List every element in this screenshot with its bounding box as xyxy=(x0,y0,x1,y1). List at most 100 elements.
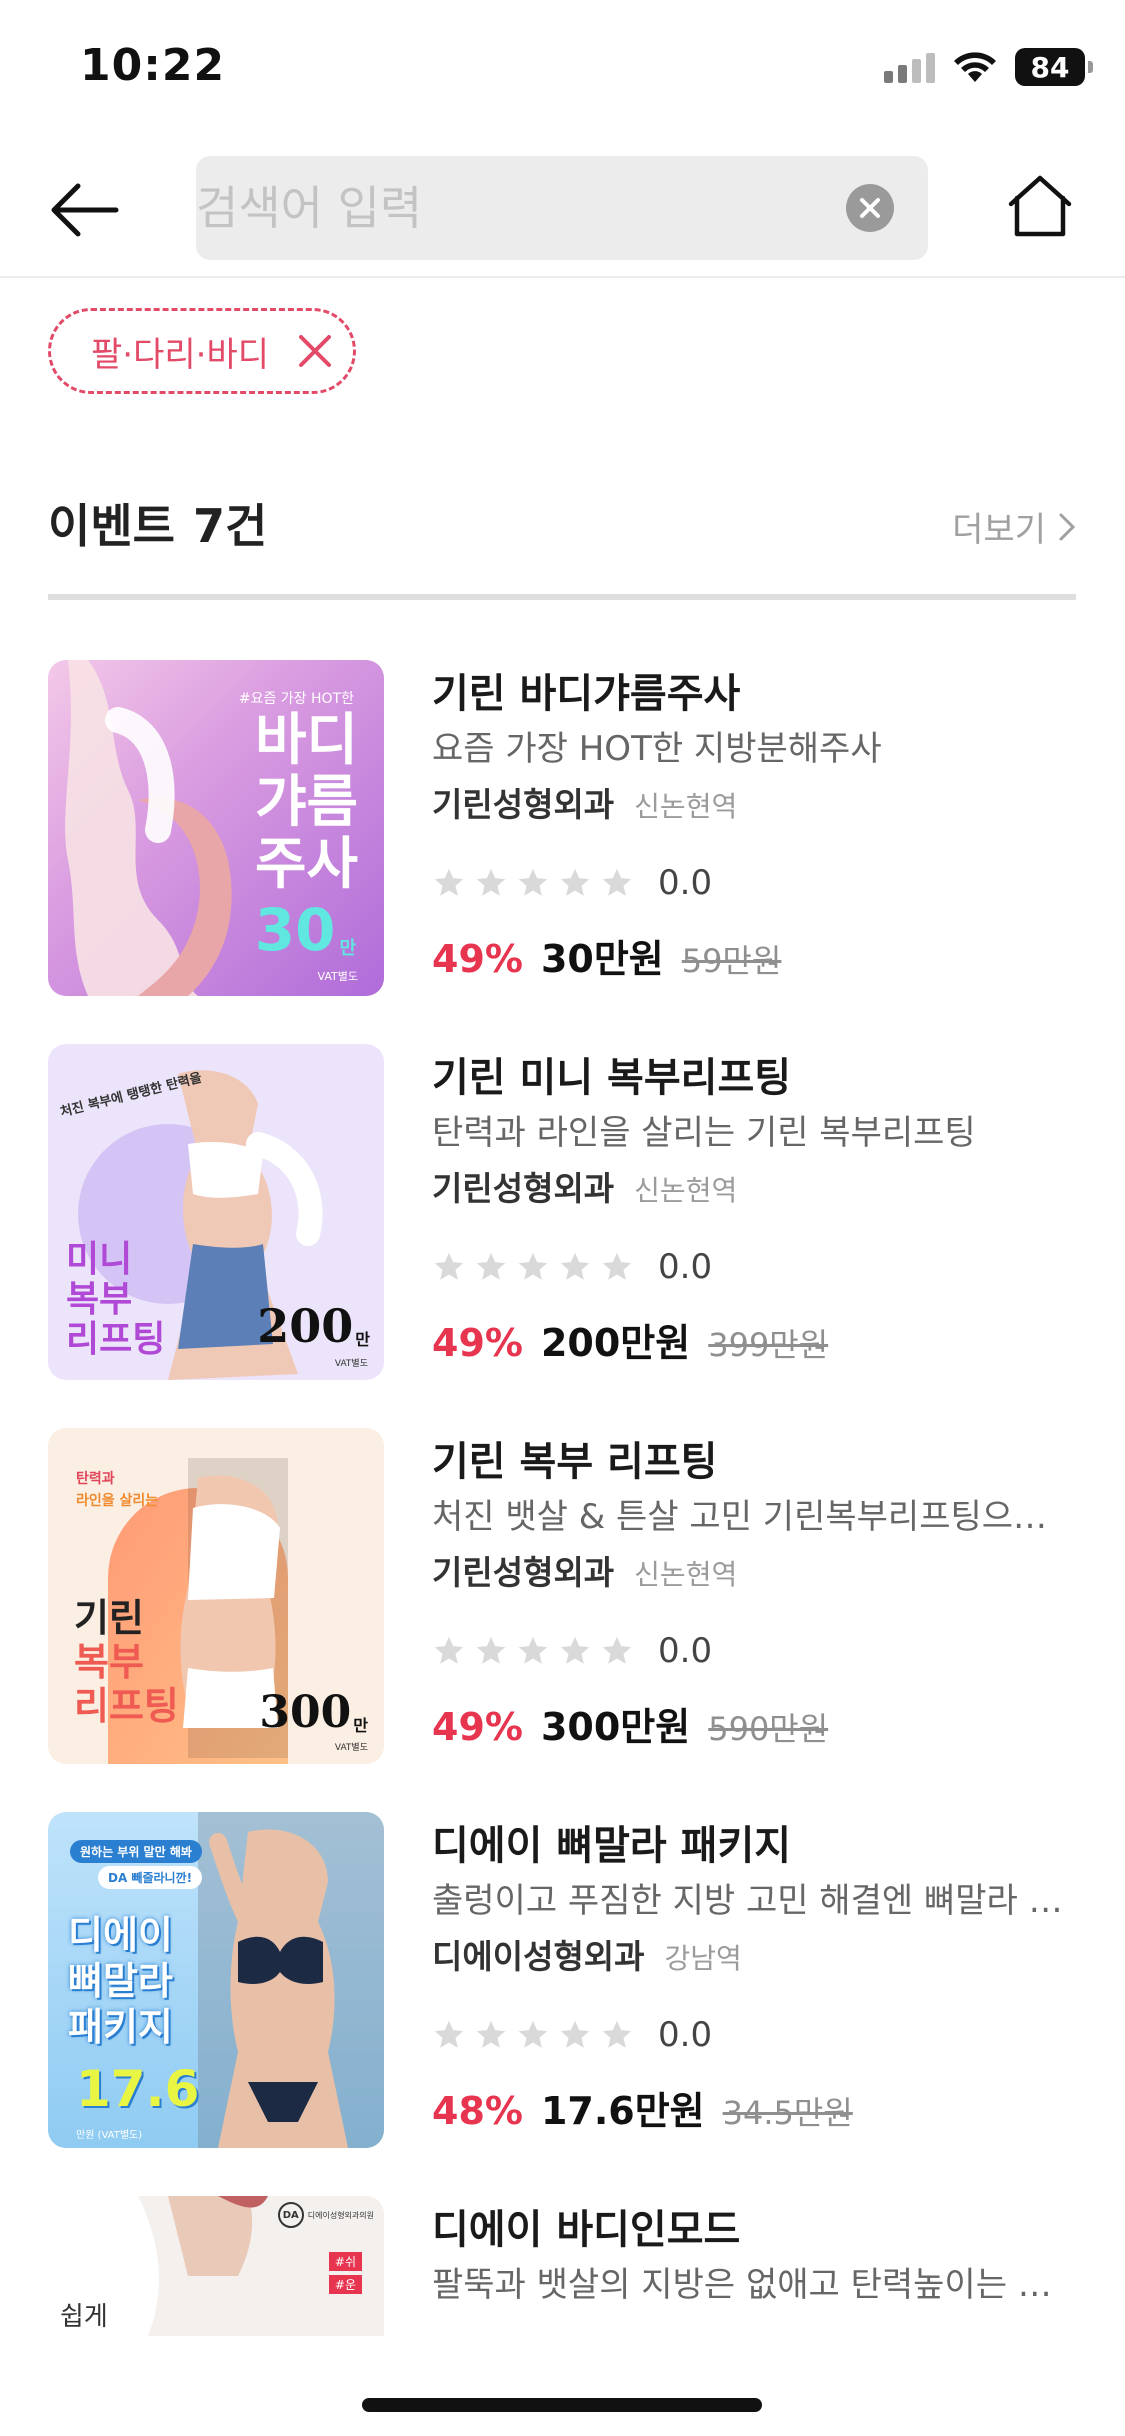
thumb-tag: 원하는 부위 말만 해봐 xyxy=(70,1840,202,1863)
event-description: 출렁이고 푸짐한 지방 고민 해결엔 뼈말라 패... xyxy=(432,1881,1072,1921)
wifi-icon xyxy=(954,52,996,82)
clear-search-button[interactable] xyxy=(846,184,894,232)
cellular-signal-icon xyxy=(884,51,935,83)
star-icon xyxy=(602,1252,632,1280)
event-section-header: 이벤트 7건 더보기 xyxy=(48,480,1076,600)
event-clinic: 기린성형외과 신논현역 xyxy=(432,782,1092,834)
thumb-tag: 탄력과 라인을 살리는 xyxy=(76,1468,158,1512)
thumb-price: 300 만 xyxy=(259,1690,368,1736)
thumb-price-value: 200 xyxy=(257,1299,354,1353)
thumb-price-unit: 만 xyxy=(339,938,356,959)
star-icon xyxy=(602,1636,632,1664)
star-icon xyxy=(602,2020,632,2048)
star-icon xyxy=(560,868,590,896)
event-thumbnail[interactable]: 처진 복부에 탱탱한 탄력을 미니 복부 리프팅 200 만 VAT별도 xyxy=(48,1044,384,1380)
star-icon xyxy=(476,1636,506,1664)
event-thumbnail[interactable]: DA 디에이성형외과의원 #쉬 #운 쉽게 xyxy=(48,2196,384,2336)
filter-chip[interactable]: 팔·다리·바디 xyxy=(48,308,356,394)
section-title: 이벤트 7건 xyxy=(48,490,267,556)
status-time: 10:22 xyxy=(80,40,226,91)
event-price: 49% 30만원 59만원 xyxy=(432,928,1092,983)
event-title[interactable]: 기린 복부 리프팅 xyxy=(432,1436,1092,1488)
thumb-line: 패키지 xyxy=(68,2005,173,2049)
event-clinic: 기린성형외과 신논현역 xyxy=(432,1550,1092,1602)
thumb-line: 미니 xyxy=(66,1239,133,1280)
thumb-line: 복부 xyxy=(66,1279,133,1320)
star-icon xyxy=(560,1636,590,1664)
rating-value: 0.0 xyxy=(658,1631,713,1671)
event-title[interactable]: 기린 바디갸름주사 xyxy=(432,668,1092,720)
event-title[interactable]: 디에이 뼈말라 패키지 xyxy=(432,1820,1092,1872)
event-thumbnail[interactable]: 원하는 부위 말만 해봐 DA 빼줄라니깐! 디에이 뼈말라 패키지 17.6 … xyxy=(48,1812,384,2148)
discount-rate: 49% xyxy=(432,937,523,981)
more-link-label: 더보기 xyxy=(952,510,1046,550)
rating-stars xyxy=(432,1634,634,1668)
thumb-headline: 기린 복부 리프팅 xyxy=(74,1596,179,1728)
discount-rate: 48% xyxy=(432,2089,523,2133)
sale-price: 300만원 xyxy=(540,1705,691,1749)
sale-price: 200만원 xyxy=(540,1321,691,1365)
thumb-logo: DA 디에이성형외과의원 xyxy=(277,2202,374,2228)
clinic-name: 기린성형외과 xyxy=(432,1169,615,1208)
star-icon xyxy=(434,1252,464,1280)
clinic-station: 신논현역 xyxy=(634,790,738,823)
event-title[interactable]: 기린 미니 복부리프팅 xyxy=(432,1052,1092,1104)
event-rating: 0.0 xyxy=(432,1244,1092,1290)
original-price: 590만원 xyxy=(708,1710,829,1748)
event-item[interactable]: 탄력과 라인을 살리는 기린 복부 리프팅 300 만 VAT별도 기린 복부 … xyxy=(48,1428,1088,1768)
event-thumbnail[interactable]: #요즘 가장 HOT한 바디 갸름 주사 30 만 VAT별도 xyxy=(48,660,384,996)
event-price: 49% 300만원 590만원 xyxy=(432,1696,1092,1751)
home-indicator[interactable] xyxy=(362,2398,762,2412)
event-description: 탄력과 라인을 살리는 기린 복부리프팅 xyxy=(432,1113,976,1153)
original-price: 34.5만원 xyxy=(722,2094,853,2132)
event-item[interactable]: 처진 복부에 탱탱한 탄력을 미니 복부 리프팅 200 만 VAT별도 기린 … xyxy=(48,1044,1088,1384)
event-title[interactable]: 디에이 바디인모드 xyxy=(432,2204,1092,2256)
event-info: 기린 바디갸름주사 요즘 가장 HOT한 지방분해주사 기린성형외과 신논현역 0… xyxy=(432,668,1092,983)
thumb-line: 디에이 xyxy=(68,1913,173,1957)
discount-rate: 49% xyxy=(432,1321,523,1365)
status-bar: 10:22 84 xyxy=(0,0,1125,140)
thumb-line: 주사 xyxy=(254,832,358,897)
star-icon xyxy=(476,2020,506,2048)
event-item[interactable]: 원하는 부위 말만 해봐 DA 빼줄라니깐! 디에이 뼈말라 패키지 17.6 … xyxy=(48,1812,1088,2152)
event-clinic: 기린성형외과 신논현역 xyxy=(432,1166,1092,1218)
star-icon xyxy=(518,2020,548,2048)
original-price: 59만원 xyxy=(681,942,782,980)
thumb-note: VAT별도 xyxy=(334,1359,368,1369)
home-button[interactable] xyxy=(1000,164,1080,248)
event-description: 요즘 가장 HOT한 지방분해주사 xyxy=(432,729,882,769)
sale-price: 17.6만원 xyxy=(540,2089,705,2133)
event-thumbnail[interactable]: 탄력과 라인을 살리는 기린 복부 리프팅 300 만 VAT별도 xyxy=(48,1428,384,1764)
logo-text: 디에이성형외과의원 xyxy=(307,2210,374,2220)
search-header xyxy=(0,140,1125,278)
more-link[interactable]: 더보기 xyxy=(952,502,1076,551)
thumb-tag: #운 xyxy=(328,2275,362,2294)
star-icon xyxy=(476,868,506,896)
event-price: 49% 200만원 399만원 xyxy=(432,1312,1092,1367)
back-button[interactable] xyxy=(40,170,130,250)
thumb-headline: 미니 복부 리프팅 xyxy=(66,1240,165,1360)
home-icon xyxy=(1008,175,1072,237)
thumb-note: VAT별도 xyxy=(334,1743,368,1753)
thumb-line: 복부 xyxy=(74,1640,144,1684)
search-box[interactable] xyxy=(196,156,928,260)
chip-close-icon[interactable] xyxy=(295,331,335,371)
chevron-right-icon xyxy=(1059,513,1076,540)
thumb-tags: #쉬 #운 xyxy=(328,2252,362,2294)
rating-stars xyxy=(432,2018,634,2052)
event-price: 48% 17.6만원 34.5만원 xyxy=(432,2080,1092,2135)
close-icon xyxy=(860,198,880,218)
search-input[interactable] xyxy=(196,156,816,260)
event-info: 기린 미니 복부리프팅 탄력과 라인을 살리는 기린 복부리프팅 기린성형외과 신… xyxy=(432,1052,1092,1367)
star-icon xyxy=(434,2020,464,2048)
thumb-caption: 쉽게 xyxy=(60,2302,108,2332)
thumb-price: 30 만 xyxy=(255,900,356,960)
event-description: 팔뚝과 뱃살의 지방은 없애고 탄력높이는 디... xyxy=(432,2265,1072,2305)
status-icons: 84 xyxy=(884,48,1093,86)
event-item[interactable]: #요즘 가장 HOT한 바디 갸름 주사 30 만 VAT별도 기린 바디갸름주… xyxy=(48,660,1088,1000)
rating-value: 0.0 xyxy=(658,2015,713,2055)
thumb-tag-line: 라인을 살리는 xyxy=(76,1493,159,1509)
event-info: 기린 복부 리프팅 처진 뱃살 & 튼살 고민 기린복부리프팅으로 ... 기린… xyxy=(432,1436,1092,1751)
event-info: 디에이 바디인모드 팔뚝과 뱃살의 지방은 없애고 탄력높이는 디... xyxy=(432,2204,1092,2308)
star-icon xyxy=(434,868,464,896)
